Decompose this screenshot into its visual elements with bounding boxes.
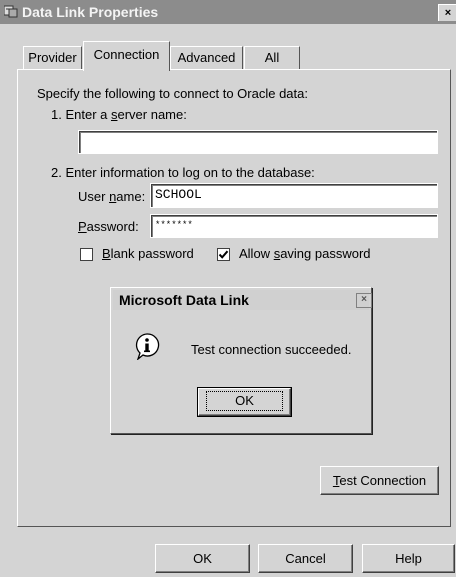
allow-saving-password-checkbox[interactable] bbox=[217, 248, 230, 261]
tab-advanced[interactable]: Advanced bbox=[170, 46, 243, 70]
username-input[interactable]: SCHOOL bbox=[150, 183, 438, 208]
password-input[interactable]: ******* bbox=[150, 214, 438, 238]
message-text: Test connection succeeded. bbox=[191, 342, 352, 357]
message-box: Microsoft Data Link × Test connection su… bbox=[110, 287, 372, 434]
window-title: Data Link Properties bbox=[22, 4, 159, 20]
tab-provider-label: Provider bbox=[28, 50, 77, 65]
data-link-properties-dialog: Data Link Properties × Provider Connecti… bbox=[0, 0, 456, 577]
message-box-close-button[interactable]: × bbox=[356, 293, 372, 308]
ok-button[interactable]: OK bbox=[155, 544, 250, 573]
message-box-title: Microsoft Data Link bbox=[119, 292, 249, 308]
help-button[interactable]: Help bbox=[362, 544, 455, 573]
tab-all-label: All bbox=[264, 50, 280, 65]
test-connection-button[interactable]: Test Connection bbox=[320, 466, 439, 495]
logon-info-label: 2. Enter information to log on to the da… bbox=[51, 165, 315, 180]
checkmark-icon bbox=[218, 250, 229, 259]
tab-all[interactable]: All bbox=[244, 46, 300, 70]
message-box-title-bar: Microsoft Data Link × bbox=[113, 290, 372, 310]
blank-password-label: Blank password bbox=[102, 246, 194, 261]
data-link-icon bbox=[4, 5, 18, 18]
username-label: User name: bbox=[78, 189, 146, 204]
allow-saving-password-label: Allow saving password bbox=[239, 246, 371, 261]
ok-button-label: OK bbox=[193, 551, 212, 566]
blank-password-checkbox[interactable] bbox=[80, 248, 93, 261]
info-icon bbox=[135, 333, 160, 360]
help-button-label: Help bbox=[395, 551, 422, 566]
message-ok-label: OK bbox=[206, 391, 283, 411]
title-bar: Data Link Properties × bbox=[0, 0, 456, 24]
window-close-button[interactable]: × bbox=[438, 4, 456, 21]
server-name-label: 1. Enter a server name: bbox=[51, 107, 187, 122]
password-label: Password: bbox=[78, 219, 139, 234]
intro-text: Specify the following to connect to Orac… bbox=[37, 86, 308, 101]
cancel-button[interactable]: Cancel bbox=[258, 544, 353, 573]
server-name-input[interactable] bbox=[78, 130, 438, 154]
test-connection-label: Test Connection bbox=[332, 473, 427, 488]
tab-connection[interactable]: Connection bbox=[83, 41, 170, 71]
message-ok-button[interactable]: OK bbox=[197, 387, 292, 417]
tab-connection-label: Connection bbox=[93, 47, 160, 62]
cancel-button-label: Cancel bbox=[285, 551, 326, 566]
tab-provider[interactable]: Provider bbox=[23, 46, 82, 70]
tab-advanced-label: Advanced bbox=[177, 50, 236, 65]
